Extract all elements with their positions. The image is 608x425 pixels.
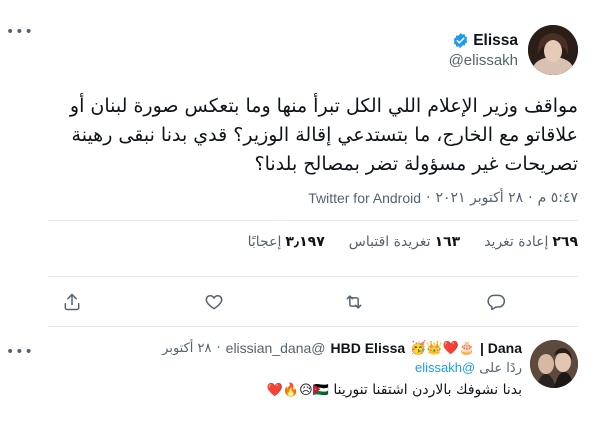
retweet-icon[interactable] [342, 290, 366, 314]
reply-date[interactable]: ٢٨ أكتوبر [162, 341, 211, 356]
tweet-source[interactable]: Twitter for Android [308, 190, 421, 206]
meta-separator: · [426, 190, 431, 206]
reply-user-handle[interactable]: @elissian_dana [226, 340, 326, 356]
display-name[interactable]: Elissa [473, 32, 518, 50]
replying-to-mention[interactable]: @elissakh [415, 360, 475, 375]
user-handle[interactable]: @elissakh [449, 52, 518, 69]
tweet-stats: ٢٦٩إعادة تغريد ١٦٣تغريدة اقتباس ٣٫١٩٧إعج… [48, 234, 578, 250]
quotes-label: تغريدة اقتباس [348, 234, 431, 250]
retweets-count: ٢٦٩ [552, 234, 578, 250]
heart-icon[interactable] [202, 290, 226, 314]
likes-stat[interactable]: ٣٫١٩٧إعجابًا [248, 234, 325, 250]
likes-label: إعجابًا [247, 234, 282, 250]
quotes-stat[interactable]: ١٦٣تغريدة اقتباس [349, 234, 460, 250]
tweet-header: Elissa @elissakh [449, 22, 578, 78]
tweet-meta: ٥:٤٧ م · ٢٨ أكتوبر ٢٠٢١ · Twitter for An… [308, 190, 578, 206]
reply-text-body: بدنا نشوفك بالاردن اشتقنا تنورينا [333, 382, 522, 398]
reply-separator: · [216, 340, 221, 356]
meta-separator: · [528, 190, 533, 206]
tweet-time[interactable]: ٥:٤٧ م [538, 190, 578, 206]
avatar[interactable] [530, 340, 578, 388]
reply-name-emojis: 🎂❤️👑🥳 [410, 340, 475, 356]
more-options-icon[interactable]: ••• [6, 24, 34, 40]
share-icon[interactable] [60, 290, 84, 314]
tweet-actions [48, 290, 578, 314]
replying-prefix: ردًا على [479, 361, 522, 376]
reply-text: بدنا نشوفك بالاردن اشتقنا تنورينا 🇯🇴😥🔥❤️ [12, 382, 522, 398]
verified-badge-icon [453, 33, 468, 48]
reply-text-emojis: 🇯🇴😥🔥❤️ [266, 383, 329, 398]
divider [48, 220, 578, 221]
divider [48, 326, 578, 327]
quotes-count: ١٦٣ [434, 234, 461, 250]
reply-display-name-suffix[interactable]: HBD Elissa [331, 340, 406, 356]
avatar[interactable] [528, 25, 578, 75]
likes-count: ٣٫١٩٧ [285, 234, 325, 250]
replying-to: ردًا على @elissakh [12, 360, 522, 376]
reply-icon[interactable] [484, 290, 508, 314]
divider [48, 276, 578, 277]
reply-display-name[interactable]: Dana | [480, 340, 522, 356]
retweets-stat[interactable]: ٢٦٩إعادة تغريد [484, 234, 578, 250]
retweets-label: إعادة تغريد [484, 234, 549, 250]
tweet-date[interactable]: ٢٨ أكتوبر ٢٠٢١ [435, 190, 523, 206]
tweet-text: مواقف وزير الإعلام اللي الكل تبرأ منها و… [69, 95, 578, 175]
